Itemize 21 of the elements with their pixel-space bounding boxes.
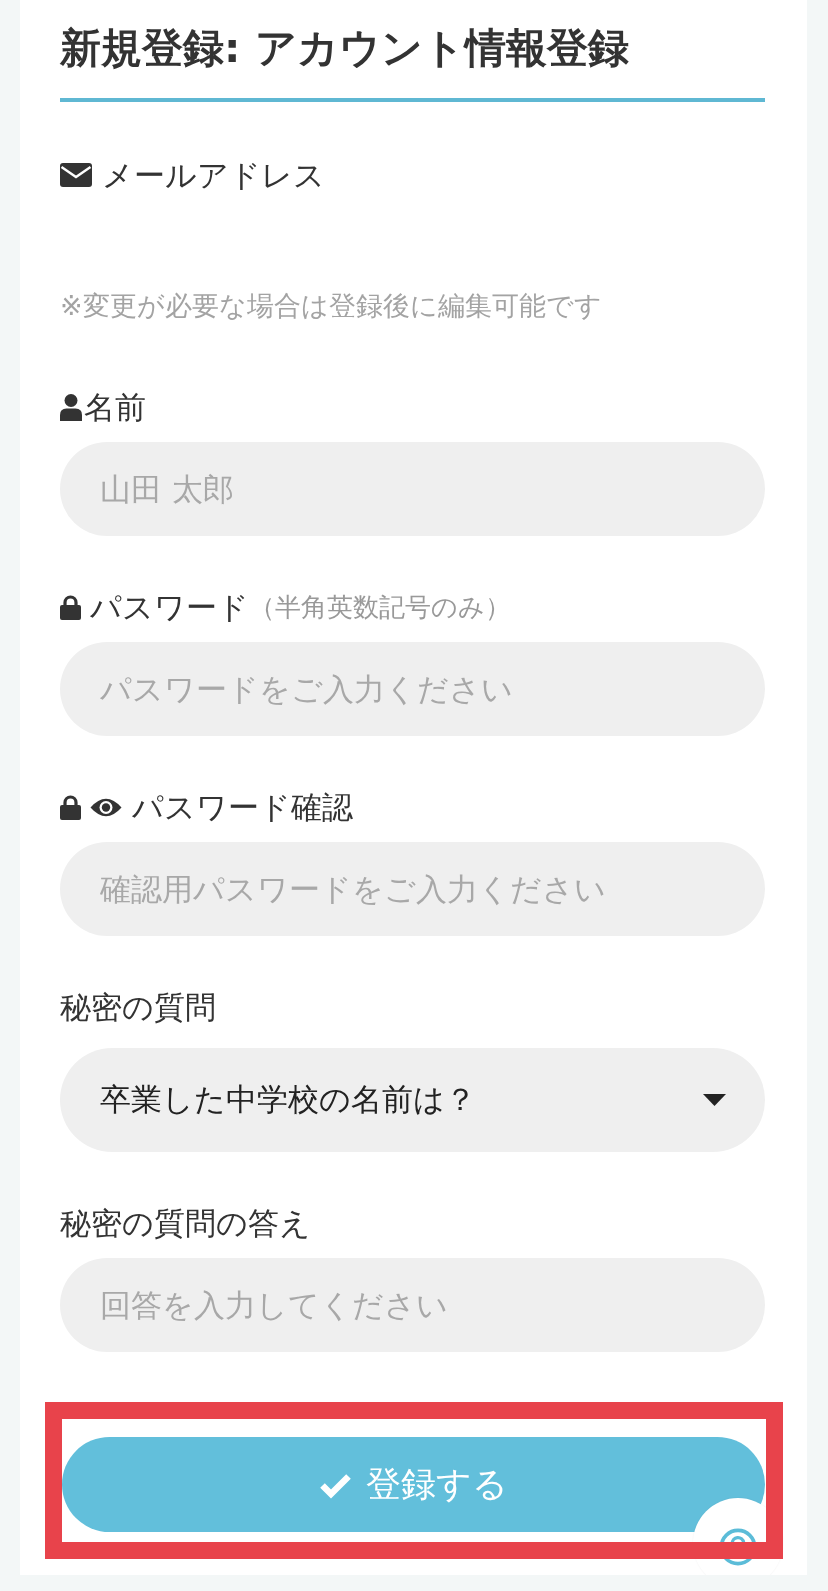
- field-label: 秘密の質問の答え: [60, 1204, 311, 1243]
- hint-text: （半角英数記号のみ）: [249, 591, 511, 624]
- help-icon: [719, 1528, 757, 1566]
- field-label: メールアドレス: [102, 156, 325, 195]
- page-title: 新規登録: アカウント情報登録: [60, 23, 629, 72]
- field-label: パスワード確認: [132, 788, 353, 827]
- question-dropdown[interactable]: 卒業した中学校の名前は？: [60, 1048, 765, 1152]
- caret-icon: [703, 1094, 726, 1106]
- confirm-password-input[interactable]: 確認用パスワードをご入力ください: [60, 842, 765, 936]
- lock-icon: [60, 594, 81, 620]
- password-input[interactable]: パスワードをご入力ください: [60, 642, 765, 736]
- eye-icon: [90, 796, 122, 818]
- field-label: 秘密の質問: [60, 988, 216, 1027]
- name-input[interactable]: 山田 太郎: [60, 442, 765, 536]
- field-label: パスワード: [90, 588, 249, 627]
- person-icon: [60, 393, 82, 421]
- field-label: 名前: [84, 388, 146, 427]
- envelope-icon: [60, 163, 92, 187]
- helper-text: ※変更が必要な場合は登録後に編集可能です: [60, 289, 602, 323]
- answer-input[interactable]: 回答を入力してください: [60, 1258, 765, 1352]
- lock-icon: [60, 794, 81, 820]
